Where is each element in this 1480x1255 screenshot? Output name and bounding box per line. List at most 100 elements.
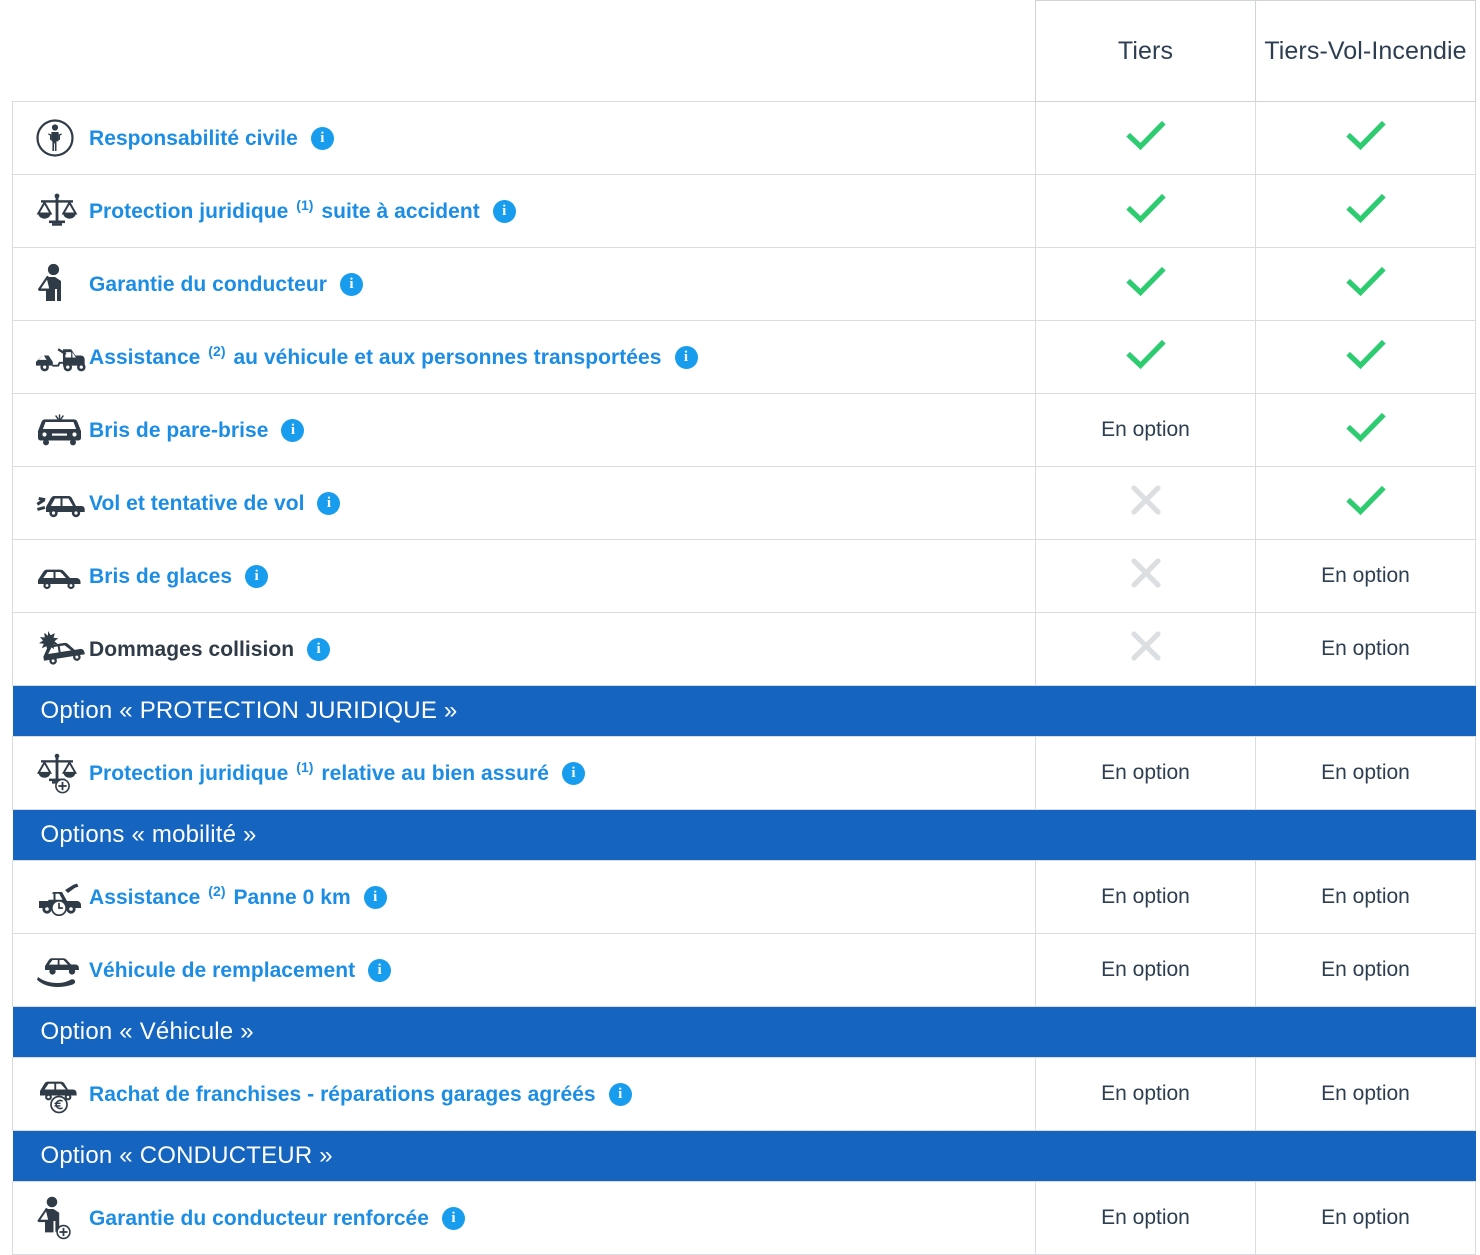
table-row: Garantie du conducteur renforcée i En opti… [13,1182,1476,1255]
info-icon[interactable]: i [340,273,363,296]
guarantee-label-cell: Bris de pare-brise i [13,394,1036,467]
tow-truck-clock-icon [35,874,89,920]
guarantee-label-text-cont: au véhicule et aux personnes transportée… [233,346,661,369]
guarantee-label-cell: Assistance (2) Panne 0 km i [13,861,1036,934]
info-icon[interactable]: i [281,419,304,442]
coverage-excluded-cell [1036,540,1256,613]
coverage-included-cell [1256,248,1476,321]
cross-icon [1124,626,1168,666]
info-icon[interactable]: i [562,762,585,785]
check-icon [1343,261,1389,301]
guarantee-label-text: Garantie du conducteur renforcée [89,1207,429,1230]
guarantee-label-cell: Responsabilité civile i [13,102,1036,175]
guarantee-label[interactable]: Rachat de franchises - réparations garag… [89,1084,596,1105]
coverage-included-cell [1036,248,1256,321]
table-row: Garantie du conducteur i [13,248,1476,321]
guarantee-label[interactable]: Garantie du conducteur renforcée [89,1208,429,1229]
table-row: Responsabilité civile i [13,102,1476,175]
footnote-marker: (1) [294,197,315,213]
table-row: Rachat de franchises - réparations garag… [13,1058,1476,1131]
coverage-optional-cell: En option [1036,394,1256,467]
table-row: Véhicule de remplacementiEn optionEn opt… [13,934,1476,1007]
check-icon [1123,261,1169,301]
info-icon[interactable]: i [368,959,391,982]
guarantee-label-cell: Dommages collision i [13,613,1036,686]
cross-icon [1124,480,1168,520]
coverage-optional-cell: En option [1256,613,1476,686]
section-header-row: Options « mobilité » [13,810,1476,861]
guarantee-label-text: Responsabilité civile [89,127,298,150]
column-header-tiers: Tiers [1036,1,1256,102]
guarantee-label-cell: Vol et tentative de vol i [13,467,1036,540]
coverage-optional-cell: En option [1256,540,1476,613]
cross-icon [1124,553,1168,593]
injured-driver-arm-sling-plus-icon [35,1195,89,1241]
section-title: Option « Véhicule » [13,1007,1476,1058]
coverage-included-cell [1036,321,1256,394]
table-header: Tiers Tiers-Vol-Incendie [13,1,1476,102]
check-icon [1343,115,1389,155]
table-row: Bris de pare-brise i En option [13,394,1476,467]
info-icon[interactable]: i [675,346,698,369]
coverage-optional-cell: En option [1036,1058,1256,1131]
info-icon[interactable]: i [307,638,330,661]
table-row: Vol et tentative de vol i [13,467,1476,540]
pedestrian-in-circle-icon [35,115,89,161]
guarantee-label[interactable]: Assistance (2) Panne 0 km [89,887,351,908]
car-broken-window-icon [35,553,89,599]
guarantee-label-text: Protection juridique [89,762,288,785]
section-title: Option « CONDUCTEUR » [13,1131,1476,1182]
guarantee-label-cell: Véhicule de remplacement i [13,934,1036,1007]
section-header-row: Option « CONDUCTEUR » [13,1131,1476,1182]
guarantee-label-text-cont: suite à accident [321,200,479,223]
coverage-optional-cell: En option [1036,934,1256,1007]
header-spacer-cell [13,1,1036,102]
car-front-windshield-icon [35,407,89,453]
guarantee-label[interactable]: Garantie du conducteur [89,274,327,295]
info-icon[interactable]: i [245,565,268,588]
check-icon [1123,334,1169,374]
info-icon[interactable]: i [609,1083,632,1106]
guarantee-label-text: Garantie du conducteur [89,273,327,296]
info-icon[interactable]: i [493,200,516,223]
check-icon [1343,480,1389,520]
guarantee-label[interactable]: Vol et tentative de vol [89,493,304,514]
guarantee-label[interactable]: Bris de glaces [89,566,232,587]
coverage-comparison-table: Tiers Tiers-Vol-Incendie Responsabilité … [12,0,1476,1255]
guarantee-label: Dommages collision [89,639,294,660]
guarantee-label-text: Véhicule de remplacement [89,959,355,982]
coverage-included-cell [1256,467,1476,540]
guarantee-label-text: Bris de pare-brise [89,419,268,442]
guarantee-label-text: Dommages collision [89,638,294,661]
guarantee-label[interactable]: Véhicule de remplacement [89,960,355,981]
guarantee-label[interactable]: Bris de pare-brise [89,420,268,441]
car-theft-icon [35,480,89,526]
info-icon[interactable]: i [317,492,340,515]
coverage-optional-cell: En option [1036,1182,1256,1255]
info-icon[interactable]: i [311,127,334,150]
check-icon [1123,188,1169,228]
coverage-included-cell [1036,175,1256,248]
section-header-row: Option « Véhicule » [13,1007,1476,1058]
guarantee-label-cell: Garantie du conducteur i [13,248,1036,321]
table-row: Bris de glaces i En option [13,540,1476,613]
guarantee-label[interactable]: Assistance (2) au véhicule et aux person… [89,347,662,368]
guarantee-label[interactable]: Protection juridique (1) suite à acciden… [89,201,480,222]
footnote-marker: (1) [294,759,315,775]
guarantee-label[interactable]: Protection juridique (1) relative au bie… [89,763,549,784]
info-icon[interactable]: i [442,1207,465,1230]
guarantee-label-text: Protection juridique [89,200,288,223]
guarantee-label[interactable]: Responsabilité civile [89,128,298,149]
guarantee-label-cell: Garantie du conducteur renforcée i [13,1182,1036,1255]
guarantee-label-text-cont: relative au bien assuré [321,762,549,785]
guarantee-label-text-cont: Panne 0 km [233,886,350,909]
guarantee-label-text: Vol et tentative de vol [89,492,304,515]
footnote-marker: (2) [206,883,227,899]
table-row: Assistance (2) au véhicule et aux person… [13,321,1476,394]
coverage-optional-cell: En option [1256,737,1476,810]
info-icon[interactable]: i [364,886,387,909]
insurance-coverage-comparator: Tiers Tiers-Vol-Incendie Responsabilité … [0,0,1480,1228]
scales-of-justice-plus-icon [35,750,89,796]
coverage-included-cell [1256,394,1476,467]
section-header-row: Option « PROTECTION JURIDIQUE » [13,686,1476,737]
